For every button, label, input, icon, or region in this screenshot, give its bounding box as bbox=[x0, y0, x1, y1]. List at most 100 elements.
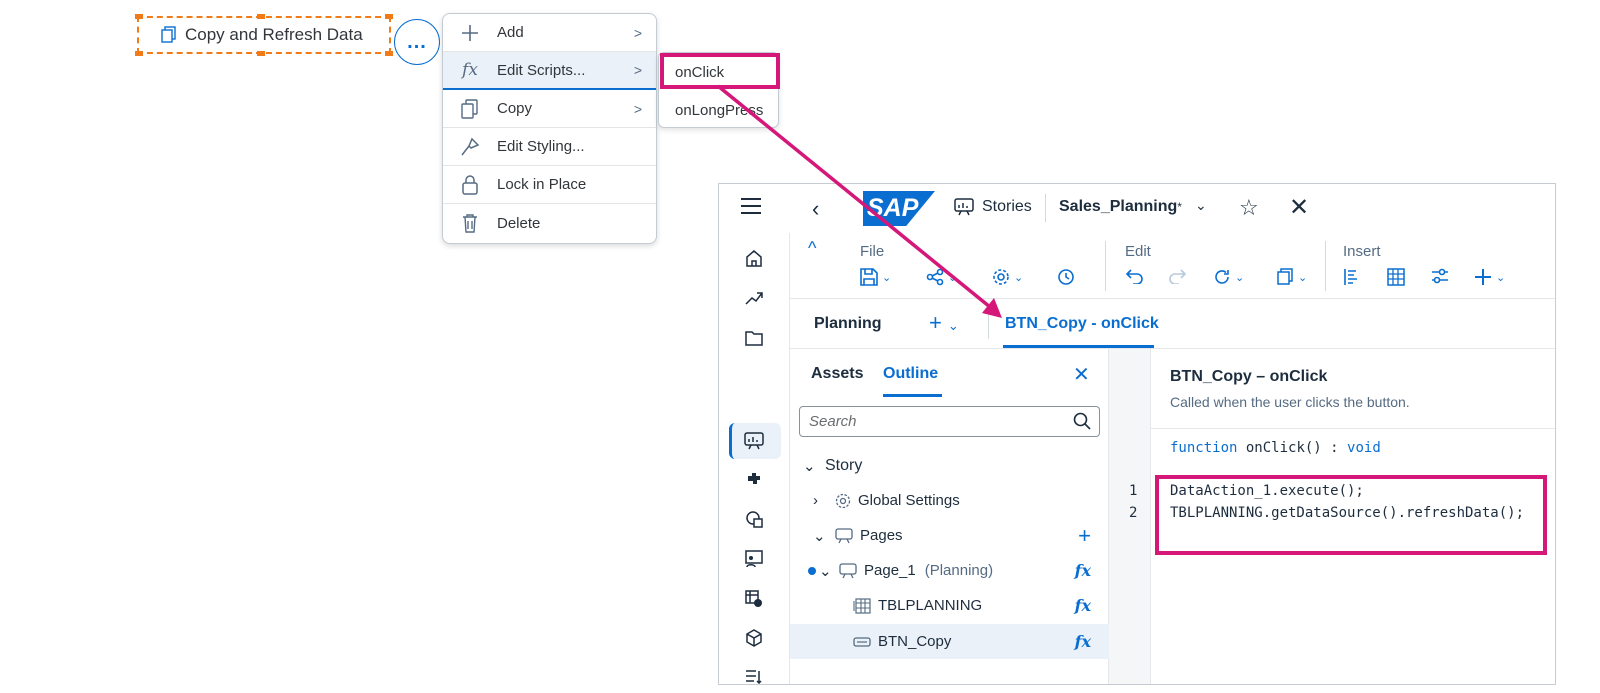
history-icon[interactable] bbox=[1057, 268, 1075, 286]
puzzle-icon[interactable] bbox=[743, 468, 765, 490]
favorite-star-icon[interactable]: ☆ bbox=[1239, 195, 1259, 221]
trend-icon[interactable] bbox=[743, 287, 765, 309]
tree-item-btn-copy[interactable]: BTN_Copy fx bbox=[790, 624, 1109, 659]
page-icon bbox=[839, 562, 857, 578]
chevron-down-icon[interactable]: ⌄ bbox=[819, 562, 839, 580]
resize-handle[interactable] bbox=[385, 51, 393, 56]
menu-item-lock[interactable]: Lock in Place bbox=[443, 166, 656, 204]
menu-item-label: Edit Scripts... bbox=[497, 61, 586, 79]
menu-item-label: Edit Styling... bbox=[497, 138, 585, 155]
menu-item-label: Delete bbox=[497, 214, 541, 232]
signature-name: onClick() : bbox=[1245, 440, 1339, 456]
modified-marker: * bbox=[1177, 200, 1182, 214]
copy-icon[interactable]: ⌄ bbox=[1276, 268, 1307, 286]
resize-handle[interactable] bbox=[257, 14, 265, 19]
tab-planning[interactable]: Planning bbox=[814, 315, 882, 333]
close-icon[interactable]: ✕ bbox=[1073, 362, 1090, 387]
story-title[interactable]: Sales_Planning* bbox=[1059, 198, 1182, 216]
share-icon[interactable]: ⌄ bbox=[926, 268, 957, 286]
folder-icon[interactable] bbox=[743, 327, 765, 349]
chevron-down-icon[interactable]: ⌄ bbox=[1195, 197, 1207, 214]
search-input[interactable]: Search bbox=[799, 406, 1100, 437]
section-file: File bbox=[860, 243, 885, 260]
fx-icon[interactable]: fx bbox=[1075, 561, 1091, 580]
tab-script-editor[interactable]: BTN_Copy - onClick bbox=[1005, 315, 1159, 333]
menu-icon[interactable] bbox=[741, 198, 761, 214]
cube-icon[interactable] bbox=[743, 627, 765, 649]
close-icon[interactable]: ✕ bbox=[1289, 193, 1309, 222]
back-button[interactable]: ‹ bbox=[812, 196, 819, 222]
chevron-right-icon[interactable]: › bbox=[813, 492, 835, 509]
menu-item-label: Add bbox=[497, 24, 524, 41]
divider bbox=[1325, 241, 1326, 291]
tab-assets[interactable]: Assets bbox=[811, 365, 863, 383]
chevron-right-icon: > bbox=[633, 100, 642, 117]
sort-list-icon[interactable] bbox=[743, 666, 765, 684]
tree-item-global-settings[interactable]: › Global Settings bbox=[790, 483, 1109, 518]
resize-handle[interactable] bbox=[135, 51, 143, 56]
table-icon bbox=[853, 597, 871, 614]
active-page-dot bbox=[808, 566, 816, 575]
fx-icon: fx bbox=[462, 60, 478, 80]
story-icon bbox=[954, 198, 974, 216]
tree-item-pages[interactable]: ⌄ Pages + bbox=[790, 518, 1109, 553]
section-insert: Insert bbox=[1343, 243, 1381, 260]
tree-item-label: Story bbox=[825, 456, 863, 474]
tree-item-tblplanning[interactable]: TBLPLANNING fx bbox=[790, 588, 1109, 623]
collapse-toolbar-icon[interactable]: ^ bbox=[808, 238, 816, 259]
menu-item-edit-styling[interactable]: Edit Styling... bbox=[443, 128, 656, 166]
settings-icon bbox=[835, 493, 851, 508]
settings-icon[interactable]: ⌄ bbox=[992, 268, 1023, 286]
resize-handle[interactable] bbox=[257, 51, 265, 56]
analytics-icon[interactable] bbox=[743, 508, 765, 530]
resize-handle[interactable] bbox=[135, 14, 143, 19]
menu-item-delete[interactable]: Delete bbox=[443, 204, 656, 242]
copy-icon bbox=[459, 98, 481, 120]
menu-item-add[interactable]: Add > bbox=[443, 14, 656, 52]
submenu-item-onlongpress[interactable]: onLongPress bbox=[659, 91, 778, 127]
user-board-icon[interactable] bbox=[743, 548, 765, 570]
divider bbox=[1045, 194, 1046, 222]
story-name-text: Sales_Planning bbox=[1059, 198, 1178, 215]
tree-item-label: TBLPLANNING bbox=[878, 597, 983, 614]
menu-item-copy[interactable]: Copy > bbox=[443, 90, 656, 128]
copy-and-refresh-button[interactable]: Copy and Refresh Data bbox=[135, 14, 393, 56]
copy-icon bbox=[161, 26, 176, 43]
lock-icon bbox=[459, 174, 481, 196]
tree-item-suffix: (Planning) bbox=[924, 562, 994, 579]
trash-icon bbox=[459, 212, 481, 234]
tree-item-story[interactable]: ⌄ Story bbox=[790, 448, 1109, 483]
stories-link[interactable]: Stories bbox=[954, 198, 1032, 216]
menu-item-label: Lock in Place bbox=[497, 176, 587, 193]
tab-outline[interactable]: Outline bbox=[883, 365, 938, 383]
brush-icon bbox=[459, 136, 481, 158]
more-icon: ... bbox=[407, 30, 427, 53]
search-icon[interactable] bbox=[1073, 412, 1091, 430]
home-icon[interactable] bbox=[743, 247, 765, 269]
outline-icon[interactable] bbox=[1343, 268, 1361, 286]
page-tab-bar: Planning + ⌄ BTN_Copy - onClick bbox=[790, 299, 1555, 349]
keyword-function: function bbox=[1170, 440, 1238, 456]
tree-item-page-1[interactable]: ⌄ Page_1 (Planning) fx bbox=[790, 553, 1109, 588]
fx-icon[interactable]: fx bbox=[1075, 632, 1091, 651]
stories-label: Stories bbox=[982, 198, 1032, 215]
menu-item-edit-scripts[interactable]: fx Edit Scripts... > bbox=[443, 52, 656, 90]
add-page-button[interactable]: + ⌄ bbox=[929, 310, 959, 336]
resize-handle[interactable] bbox=[385, 14, 393, 19]
chevron-down-icon[interactable]: ⌄ bbox=[803, 457, 825, 475]
add-page-icon[interactable]: + bbox=[1078, 523, 1091, 549]
chevron-down-icon[interactable]: ⌄ bbox=[813, 527, 835, 545]
more-options-button[interactable]: ... bbox=[394, 19, 440, 65]
divider bbox=[1151, 428, 1555, 429]
table-icon[interactable] bbox=[1387, 268, 1405, 286]
fx-icon[interactable]: fx bbox=[1075, 596, 1091, 615]
redo-icon[interactable] bbox=[1169, 268, 1187, 284]
refresh-icon[interactable]: ⌄ bbox=[1213, 268, 1244, 286]
plus-icon[interactable]: ⌄ bbox=[1474, 268, 1505, 286]
outline-panel: Assets Outline ✕ Search ⌄ Story › Global… bbox=[790, 349, 1109, 684]
data-table-icon[interactable] bbox=[743, 588, 765, 610]
story-icon[interactable] bbox=[743, 430, 765, 452]
adjust-icon[interactable] bbox=[1431, 268, 1449, 284]
undo-icon[interactable] bbox=[1125, 268, 1143, 284]
save-icon[interactable]: ⌄ bbox=[860, 268, 891, 286]
